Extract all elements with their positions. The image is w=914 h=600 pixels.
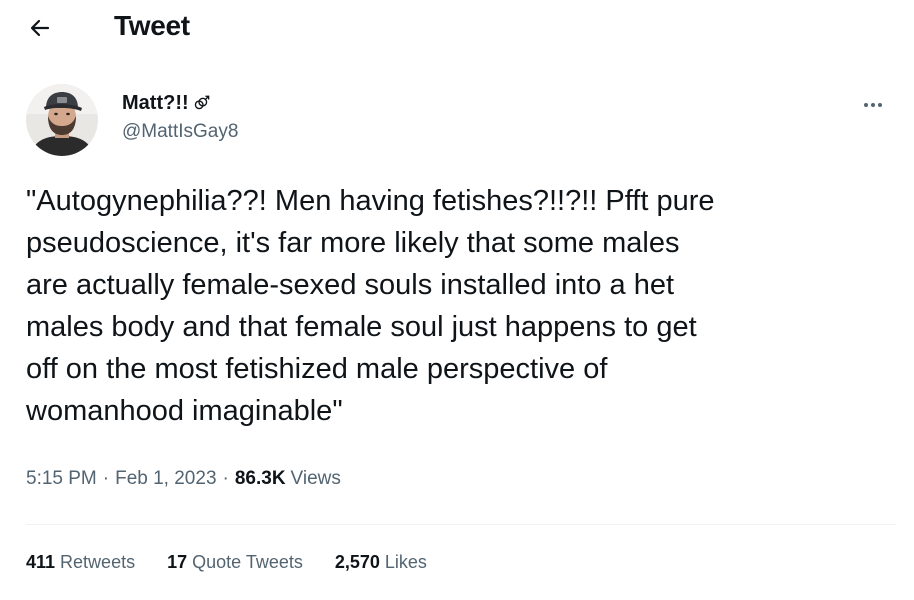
more-options-button[interactable] xyxy=(856,88,890,122)
retweets-count: 411 xyxy=(26,552,56,572)
author-handle[interactable]: @MattIsGay8 xyxy=(122,120,238,144)
quote-tweets-stat[interactable]: 17 Quote Tweets xyxy=(167,549,303,575)
retweets-label: Retweets xyxy=(60,552,136,572)
ellipsis-icon xyxy=(864,103,882,107)
double-male-symbol-icon xyxy=(194,95,209,110)
quote-tweets-count: 17 xyxy=(167,552,188,572)
quote-tweets-label: Quote Tweets xyxy=(192,552,303,572)
user-avatar-photo xyxy=(26,84,98,156)
page-title: Tweet xyxy=(114,10,190,41)
meta-separator: · xyxy=(102,468,110,489)
tweet-stats: 411 Retweets 17 Quote Tweets 2,570 Likes xyxy=(26,549,459,575)
arrow-left-icon xyxy=(30,19,50,37)
meta-separator: · xyxy=(222,468,229,489)
views-label: Views xyxy=(290,468,341,489)
likes-stat[interactable]: 2,570 Likes xyxy=(335,549,427,575)
divider xyxy=(26,524,896,525)
tweet-author: Matt?!! @MattIsGay8 xyxy=(26,84,896,164)
likes-count: 2,570 xyxy=(334,552,380,572)
tweet-date[interactable]: Feb 1, 2023 xyxy=(115,466,216,492)
views-count: 86.3K xyxy=(234,468,286,489)
avatar[interactable] xyxy=(26,84,98,156)
author-display-name[interactable]: Matt?!! xyxy=(122,90,210,116)
likes-label: Likes xyxy=(384,552,427,572)
tweet-meta: 5:15 PM · Feb 1, 2023 · 86.3K Views xyxy=(26,466,341,492)
retweets-stat[interactable]: 411 Retweets xyxy=(26,549,135,575)
tweet-time[interactable]: 5:15 PM xyxy=(26,466,97,492)
top-bar: Tweet xyxy=(0,0,914,56)
tweet-text: "Autogynephilia??! Men having fetishes?!… xyxy=(26,185,715,427)
display-name-text: Matt?!! xyxy=(122,92,189,114)
back-button[interactable] xyxy=(22,10,58,46)
